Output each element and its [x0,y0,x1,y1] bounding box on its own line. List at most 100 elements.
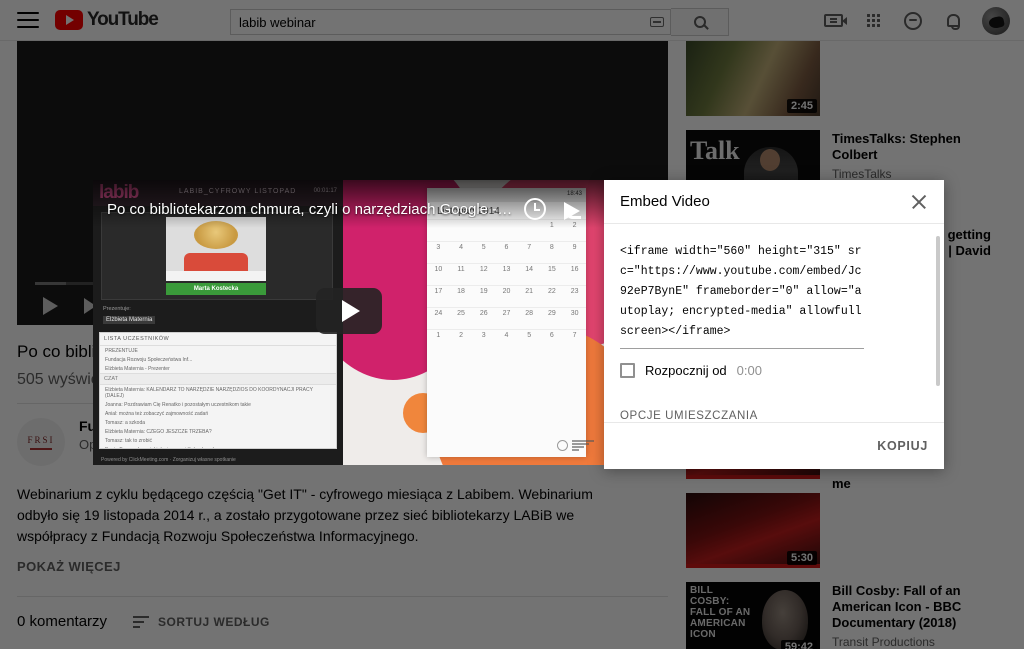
calendar-day: 23 [563,285,586,308]
channel-avatar[interactable]: FRSI [17,418,65,466]
calendar-day: 29 [540,307,564,330]
comment-count: 0 komentarzy [17,613,108,630]
calendar-day: 24 [427,307,450,330]
calendar-grid: 1 2 3 4 5 6 7 8 9 10 [427,219,586,352]
video-camera-icon[interactable] [822,10,847,32]
calendar-day: 19 [472,285,496,308]
search-button[interactable] [671,8,729,36]
dialog-title: Embed Video [620,193,710,210]
webinar-footer: Powered by ClickMeeting.com · Zorganizuj… [101,457,236,463]
participants-section: PREZENTUJE [105,347,138,354]
play-icon[interactable] [43,297,58,315]
calendar-day: 22 [540,285,564,308]
calendar-day: 15 [540,263,564,286]
calendar-day: 4 [449,241,473,264]
video-channel: TimesTalks [832,167,892,181]
calendar-day: 3 [472,329,496,352]
embed-options-button[interactable]: OPCJE UMIESZCZANIA [620,410,928,422]
calendar-day: 21 [517,285,541,308]
start-at-row[interactable]: Rozpocznij od 0:00 [620,363,928,378]
presenter-name-badge: Marta Kostecka [166,283,266,295]
calendar-screenshot: 18:43 Listopad 2014 1 2 3 4 5 [427,188,586,457]
embed-preview-player[interactable]: labib LABIB_CYFROWY LISTOPAD 00:01:17 Ma… [93,180,604,465]
calendar-day: 30 [563,307,586,330]
list-item[interactable]: BILL COSBY: FALL OF AN AMERICAN ICON 59:… [686,582,1008,649]
hamburger-icon[interactable] [17,12,39,28]
play-icon[interactable] [315,288,382,335]
calendar-day: 4 [495,329,518,352]
chat-line: Tomasz: tak to zrobić [105,437,152,444]
share-arrow-icon[interactable] [564,198,590,220]
clickmeeting-watermark [557,440,594,451]
calendar-day: 11 [449,263,473,286]
calendar-day: 3 [427,241,450,264]
video-thumbnail[interactable]: 5:30 [686,493,820,568]
dialog-header: Embed Video [604,180,944,224]
embed-preview-title: Po co bibliotekarzom chmura, czyli o nar… [107,200,516,218]
calendar-week: 24 25 26 27 28 29 30 [427,307,586,330]
start-at-time[interactable]: 0:00 [737,363,762,378]
embed-code-field[interactable]: <iframe width="560" height="315" src="ht… [620,242,864,349]
participants-panel: LISTA UCZESTNIKÓW PREZENTUJE Fundacja Ro… [99,332,337,449]
speaker-label: Prezentuje: [103,306,131,312]
sort-by-button[interactable]: SORTUJ WEDŁUG [133,615,270,629]
dialog-footer: KOPIUJ [604,422,944,469]
speaker-name: Elżbieta Maternia [103,316,156,324]
video-duration: 2:45 [786,99,817,113]
calendar-day: 10 [427,263,450,286]
calendar-day: 17 [427,285,450,308]
chat-line: Anial: można też zobaczyć zajmowność zad… [105,410,209,417]
calendar-day: 1 [427,329,450,352]
avatar[interactable] [982,6,1010,35]
calendar-day: 14 [517,263,541,286]
bell-icon[interactable] [942,10,964,32]
calendar-day: 25 [449,307,473,330]
calendar-day: 9 [563,241,586,264]
video-duration: 5:30 [786,551,817,565]
calendar-day: 2 [449,329,473,352]
embed-video-dialog[interactable]: Embed Video <iframe width="560" height="… [604,180,944,469]
search-area: labib webinar [230,8,729,36]
calendar-day: 28 [517,307,541,330]
calendar-day: 5 [517,329,541,352]
clock-icon[interactable] [524,198,546,220]
copy-button[interactable]: KOPIUJ [877,439,928,453]
thumbnail-text: BILL COSBY: FALL OF AN AMERICAN ICON [690,585,751,640]
video-thumbnail[interactable]: BILL COSBY: FALL OF AN AMERICAN ICON 59:… [686,582,820,649]
dialog-body: <iframe width="560" height="315" src="ht… [604,224,944,422]
apps-grid-icon[interactable] [862,10,884,32]
video-description: Webinarium z cyklu będącego częścią "Get… [17,486,593,544]
calendar-day: 27 [495,307,518,330]
start-at-checkbox[interactable] [620,363,635,378]
keyboard-icon[interactable] [650,17,664,27]
video-title[interactable]: TimesTalks: Stephen Colbert [832,131,1008,163]
video-channel: Transit Productions [832,635,935,649]
calendar-week: 1 2 3 4 5 6 7 [427,329,586,352]
video-title[interactable]: me [832,476,851,492]
channel-avatar-text: FRSI [27,434,55,445]
chat-line: Tomasz: a szkoda [105,419,146,426]
youtube-logo[interactable]: YouTube [55,9,159,31]
list-item: Elżbieta Maternia - Prezenter [105,365,170,372]
show-more-button[interactable]: POKAŻ WIĘCEJ [17,559,668,574]
calendar-day: 8 [540,241,564,264]
chat-line: Elżbieta Maternia: KALENDARZ TO NARZĘDZI… [105,386,313,399]
close-icon[interactable] [910,193,928,211]
chat-label: CZAT [100,373,336,385]
youtube-play-icon [55,10,83,30]
search-input[interactable]: labib webinar [230,9,671,35]
list-item[interactable]: 2:45 [686,41,1008,116]
list-item: Fundacja Rozwoju Społeczeństwa Inf... [105,356,193,363]
calendar-day: 13 [495,263,518,286]
message-icon[interactable] [902,10,924,32]
video-thumbnail[interactable]: 2:45 [686,41,820,116]
search-icon [693,16,706,28]
video-title[interactable]: Bill Cosby: Fall of an American Icon - B… [832,583,1008,631]
list-item[interactable]: 5:30 me [686,476,1008,568]
sort-icon [133,615,150,628]
calendar-day: 12 [472,263,496,286]
start-at-label: Rozpocznij od [645,363,727,378]
video-meta: Bill Cosby: Fall of an American Icon - B… [832,582,1008,649]
dialog-scrollbar[interactable] [936,236,940,386]
video-duration: 59:42 [780,640,817,649]
